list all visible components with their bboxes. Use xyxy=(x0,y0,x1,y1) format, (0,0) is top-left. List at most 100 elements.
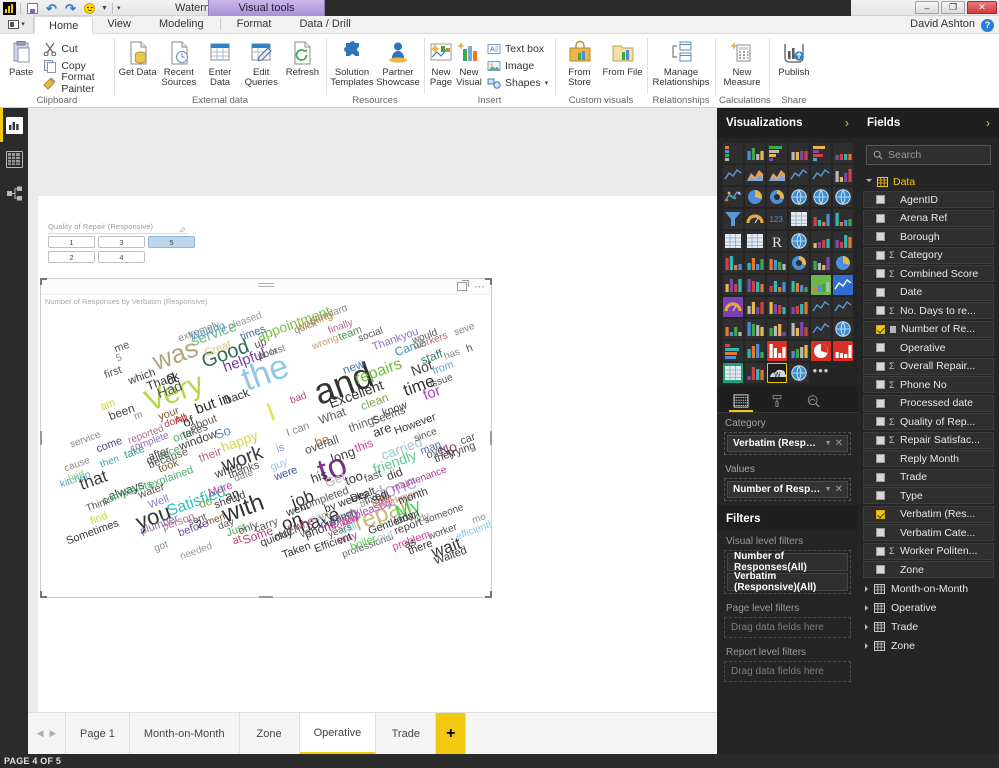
edit-queries-button[interactable]: Edit Queries xyxy=(242,38,281,88)
field-checkbox[interactable] xyxy=(876,565,885,574)
field-item[interactable]: Number of Re... xyxy=(863,320,994,338)
field-checkbox[interactable] xyxy=(876,232,885,241)
field-checkbox[interactable] xyxy=(876,343,885,352)
manage-relationships-button[interactable]: Manage Relationships xyxy=(651,38,711,88)
field-item[interactable]: Zone xyxy=(863,561,994,578)
kpi-icon[interactable] xyxy=(811,209,831,229)
field-checkbox[interactable] xyxy=(876,472,885,482)
100-stacked-column-chart-icon[interactable] xyxy=(833,143,853,163)
clock-timeline-icon[interactable] xyxy=(811,297,831,317)
radar-chart-icon[interactable] xyxy=(767,253,787,273)
field-item[interactable]: Date xyxy=(863,283,994,301)
advance-card-icon[interactable] xyxy=(745,319,765,339)
field-checkbox[interactable] xyxy=(876,435,885,445)
box-whisker-icon[interactable] xyxy=(789,297,809,317)
wordcloud-word[interactable]: m xyxy=(133,409,145,422)
resize-handle-bottom[interactable] xyxy=(259,596,273,598)
wordcloud-word[interactable]: this xyxy=(353,436,375,456)
field-checkbox[interactable] xyxy=(876,195,885,204)
cut-button[interactable]: Cut xyxy=(40,40,110,57)
ribbon-chart-icon[interactable] xyxy=(833,165,853,185)
field-checkbox[interactable] xyxy=(876,417,885,426)
matrix-icon[interactable] xyxy=(745,231,765,251)
new-measure-button[interactable]: New Measure xyxy=(719,38,765,88)
force-directed-graph-icon[interactable] xyxy=(767,297,787,317)
minimize-button[interactable]: – xyxy=(915,1,939,14)
refresh-button[interactable]: Refresh xyxy=(283,38,322,78)
pie-timer-icon[interactable] xyxy=(811,341,831,361)
get-data-button[interactable]: Get Data xyxy=(118,38,157,78)
focus-mode-icon[interactable] xyxy=(457,280,469,291)
field-checkbox[interactable] xyxy=(876,398,885,408)
smiley-feedback-icon[interactable] xyxy=(82,1,97,16)
from-store-button[interactable]: From Store xyxy=(559,38,600,88)
chevron-right-icon[interactable] xyxy=(865,605,868,611)
chevron-right-icon[interactable]: ▶ xyxy=(50,728,57,739)
field-item[interactable]: Verbatim Cate... xyxy=(863,524,994,541)
slicer-icon[interactable] xyxy=(833,209,853,229)
line-and-stacked-column-icon[interactable] xyxy=(789,165,809,185)
power-kpi-icon[interactable] xyxy=(767,341,787,361)
line-chart-icon[interactable] xyxy=(723,165,743,185)
table-icon[interactable] xyxy=(723,231,743,251)
field-chip-number-of-responses[interactable]: Number of Responses ▼ ✕ xyxy=(727,481,848,498)
close-button[interactable]: ✕ xyxy=(967,1,997,14)
multi-kpi-icon[interactable] xyxy=(723,319,743,339)
wordcloud-word[interactable]: seve xyxy=(453,321,477,339)
page-tab-month-on-month[interactable]: Month-on-Month xyxy=(129,713,240,754)
treemap-icon[interactable] xyxy=(789,187,809,207)
remove-field-icon[interactable]: ✕ xyxy=(835,438,843,449)
page-tab-page-1[interactable]: Page 1 xyxy=(66,713,130,754)
wordcloud-word[interactable]: has xyxy=(443,347,462,363)
timeline-storyteller-icon[interactable] xyxy=(811,319,831,339)
search-input[interactable]: Search xyxy=(866,145,991,165)
field-checkbox[interactable] xyxy=(876,528,885,537)
chevron-right-icon[interactable]: › xyxy=(986,116,990,130)
format-painter-button[interactable]: Format Painter xyxy=(40,71,110,95)
field-item[interactable]: Reply Month xyxy=(863,450,994,467)
tab-modeling[interactable]: Modeling xyxy=(145,15,218,33)
more-visuals-ellipsis-icon[interactable]: ••• xyxy=(811,363,831,383)
resize-handle-right[interactable] xyxy=(490,431,492,445)
chiclet-slicer-icon[interactable] xyxy=(811,231,831,251)
field-item[interactable]: Operative xyxy=(863,339,994,356)
calendar-icon[interactable] xyxy=(723,363,743,383)
infographic-designer-icon[interactable] xyxy=(723,253,743,273)
paste-button[interactable]: Paste xyxy=(4,38,38,78)
area-chart-icon[interactable] xyxy=(745,165,765,185)
tab-data-drill[interactable]: Data / Drill xyxy=(285,15,364,33)
field-checkbox[interactable] xyxy=(876,250,885,260)
restore-button[interactable]: ❐ xyxy=(941,1,965,14)
globe-map-icon[interactable] xyxy=(789,363,809,383)
mekko-chart-icon[interactable] xyxy=(767,319,787,339)
wordcloud-word[interactable]: needed xyxy=(179,541,214,563)
wordcloud-visual-container[interactable]: ⋯ Number of Responses by Verbatim (Respo… xyxy=(40,278,492,598)
field-item[interactable]: Type xyxy=(863,487,994,504)
card-icon[interactable]: 123 xyxy=(767,209,787,229)
field-checkbox[interactable] xyxy=(876,213,885,223)
partner-showcase-button[interactable]: Partner Showcase xyxy=(376,38,420,88)
chevron-down-icon[interactable] xyxy=(866,179,872,185)
wordcloud-word[interactable]: first xyxy=(103,364,124,381)
wordcloud-plot[interactable]: the and to was Very with you Irepair work done My G… xyxy=(41,305,491,597)
tab-view[interactable]: View xyxy=(93,15,145,33)
field-item[interactable]: Σ Phone No xyxy=(863,376,994,393)
sidebar-item-report-view[interactable] xyxy=(0,108,28,142)
multi-row-card-icon[interactable] xyxy=(789,209,809,229)
resize-handle-left[interactable] xyxy=(40,431,42,445)
correlation-plot-icon[interactable] xyxy=(745,341,765,361)
page-level-filters-dropzone[interactable]: Drag data fields here xyxy=(724,617,851,638)
signed-in-user[interactable]: David Ashton xyxy=(910,18,975,30)
tab-format[interactable]: Format xyxy=(223,15,286,33)
clustered-bar-chart-icon[interactable] xyxy=(767,143,787,163)
clustered-column-chart-icon[interactable] xyxy=(789,143,809,163)
visual-level-filters-box[interactable]: Number of Responses(All) Verbatim (Respo… xyxy=(724,550,851,594)
smiley-dropdown-icon[interactable]: ▼ xyxy=(101,5,108,12)
add-page-button[interactable]: + xyxy=(436,713,467,754)
text-box-button[interactable]: A Text box xyxy=(484,40,551,57)
remove-field-icon[interactable]: ✕ xyxy=(835,484,843,495)
table-node-data[interactable]: Data xyxy=(863,172,994,191)
redo-icon[interactable]: ↶ xyxy=(63,1,78,16)
filter-item-number-of-responses[interactable]: Number of Responses(All) xyxy=(727,551,848,573)
well-category[interactable]: Verbatim (Responsive) ▼ ✕ xyxy=(724,432,851,455)
